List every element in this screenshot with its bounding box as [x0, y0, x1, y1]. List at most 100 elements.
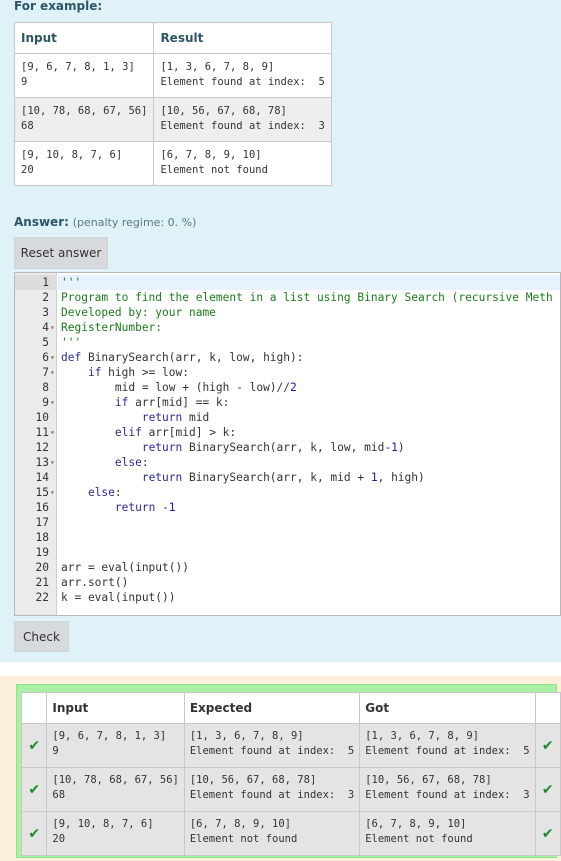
code-text: Program to find the element in a list us… — [61, 291, 553, 304]
code-line[interactable]: 16 return -1 — [15, 500, 560, 515]
result-input: [9, 10, 8, 7, 6] 20 — [46, 811, 185, 856]
code-text: else: — [114, 456, 149, 469]
line-number: 6 — [42, 351, 49, 364]
code-line[interactable]: 17 — [15, 515, 560, 530]
line-number: 16 — [35, 501, 49, 514]
line-number: 3 — [42, 306, 49, 319]
code-line[interactable]: 13 ▾ else: — [15, 455, 560, 470]
line-number: 7 — [42, 366, 49, 379]
check-button[interactable]: Check — [14, 621, 69, 652]
example-input: [9, 10, 8, 7, 6] 20 — [13, 141, 155, 186]
fold-arrow-icon[interactable]: ▾ — [50, 425, 57, 440]
result-got: [10, 56, 67, 68, 78] Element found at ind… — [359, 767, 536, 812]
code-text: ''' — [61, 336, 82, 349]
line-number: 5 — [42, 336, 49, 349]
line-number: 2 — [42, 291, 49, 304]
code-line[interactable]: 7 ▾ if high >= low: — [15, 365, 560, 380]
line-number: 11 — [35, 426, 49, 439]
results-header-expected: Expected — [183, 692, 361, 724]
code-line[interactable]: 22 k = eval(input()) — [15, 590, 560, 605]
code-line[interactable]: 15 ▾ else: — [15, 485, 560, 500]
result-got: [1, 3, 6, 7, 8, 9] Element found at index… — [359, 723, 536, 768]
code-line[interactable]: 1 ''' — [15, 275, 560, 290]
answer-heading: Answer: (penalty regime: 0. %) — [14, 215, 196, 229]
example-input: [10, 78, 68, 67, 56] 68 — [13, 97, 155, 142]
check-icon: ✔ — [534, 723, 561, 768]
line-number: 13 — [35, 456, 49, 469]
code-text: ''' — [61, 276, 82, 289]
result-input: [10, 78, 68, 67, 56] 68 — [46, 767, 185, 812]
line-number: 15 — [35, 486, 49, 499]
line-number: 22 — [35, 591, 49, 604]
result-expected: [10, 56, 67, 68, 78] Element found at ind… — [183, 767, 361, 812]
result-expected: [6, 7, 8, 9, 10] Element not found — [183, 811, 361, 856]
code-line[interactable]: 21 arr.sort() — [15, 575, 560, 590]
code-text: if arr[mid] == k: — [114, 396, 230, 409]
code-line[interactable]: 14 return BinarySearch(arr, k, mid + 1, … — [15, 470, 560, 485]
penalty-text: (penalty regime: 0. %) — [72, 216, 197, 229]
result-expected: [1, 3, 6, 7, 8, 9] Element found at index… — [183, 723, 361, 768]
code-line[interactable]: 10 return mid — [15, 410, 560, 425]
code-line[interactable]: 11 ▾ elif arr[mid] > k: — [15, 425, 560, 440]
line-number: 9 — [42, 396, 49, 409]
result-row: ✔ [9, 10, 8, 7, 6] 20 [6, 7, 8, 9, 10] Ele… — [20, 811, 561, 856]
code-text: Developed by: your name — [61, 306, 216, 319]
check-icon: ✔ — [20, 811, 48, 856]
code-line[interactable]: 20 arr = eval(input()) — [15, 560, 560, 575]
check-icon: ✔ — [534, 811, 561, 856]
line-number: 17 — [35, 516, 49, 529]
line-number: 4 — [42, 321, 49, 334]
line-number: 12 — [35, 441, 49, 454]
line-number: 21 — [35, 576, 49, 589]
code-line[interactable]: 2 Program to find the element in a list u… — [15, 290, 560, 305]
fold-arrow-icon[interactable]: ▾ — [50, 365, 57, 380]
answer-label: Answer: — [14, 215, 69, 229]
results-header-input: Input — [46, 692, 185, 724]
code-line[interactable]: 19 — [15, 545, 560, 560]
result-row: ✔ [10, 78, 68, 67, 56] 68 [10, 56, 67, 68… — [20, 767, 561, 812]
line-number: 1 — [42, 276, 49, 289]
check-icon: ✔ — [20, 723, 48, 768]
examples-header-result: Result — [153, 22, 332, 54]
code-line[interactable]: 6 ▾ def BinarySearch(arr, k, low, high): — [15, 350, 560, 365]
code-text: return BinarySearch(arr, k, mid + 1, hig… — [141, 471, 425, 484]
example-result: [1, 3, 6, 7, 8, 9] Element found at index… — [153, 53, 332, 98]
code-text: else: — [87, 486, 122, 499]
fold-arrow-icon[interactable]: ▾ — [50, 320, 57, 335]
code-text: if high >= low: — [87, 366, 189, 379]
check-icon: ✔ — [534, 767, 561, 812]
code-text: mid = low + (high - low)//2 — [61, 381, 297, 394]
fold-arrow-icon[interactable]: ▾ — [50, 395, 57, 410]
result-got: [6, 7, 8, 9, 10] Element not found — [359, 811, 536, 856]
result-input: [9, 6, 7, 8, 1, 3] 9 — [46, 723, 185, 768]
code-line[interactable]: 5 ''' — [15, 335, 560, 350]
fold-arrow-icon[interactable]: ▾ — [50, 455, 57, 470]
code-editor[interactable]: 1 ''' 2 Program to find the element in a li… — [14, 272, 561, 616]
for-example-label: For example: — [14, 0, 103, 13]
line-number: 19 — [35, 546, 49, 559]
code-line[interactable]: 8 mid = low + (high - low)//2 — [15, 380, 560, 395]
line-number: 20 — [35, 561, 49, 574]
example-result: [6, 7, 8, 9, 10] Element not found — [153, 141, 332, 186]
line-number: 8 — [42, 381, 49, 394]
code-text: k = eval(input()) — [61, 591, 176, 604]
code-text: return mid — [141, 411, 210, 424]
line-number: 10 — [35, 411, 49, 424]
examples-header-input: Input — [13, 22, 155, 54]
code-line[interactable]: 18 — [15, 530, 560, 545]
code-line[interactable]: 12 return BinarySearch(arr, k, low, mid-… — [15, 440, 560, 455]
results-header-status — [20, 692, 48, 724]
example-result: [10, 56, 67, 68, 78] Element found at ind… — [153, 97, 332, 142]
fold-arrow-icon[interactable]: ▾ — [50, 485, 57, 500]
example-row: [9, 6, 7, 8, 1, 3] 9 [1, 3, 6, 7, 8, 9] El… — [13, 53, 332, 98]
code-text: RegisterNumber: — [61, 321, 163, 334]
code-text: return -1 — [114, 501, 176, 514]
code-text: arr.sort() — [61, 576, 129, 589]
code-line[interactable]: 4 ▾ RegisterNumber: — [15, 320, 560, 335]
results-header-status-right — [534, 692, 561, 724]
fold-arrow-icon[interactable]: ▾ — [50, 350, 57, 365]
code-line[interactable]: 9 ▾ if arr[mid] == k: — [15, 395, 560, 410]
code-line[interactable]: 3 Developed by: your name — [15, 305, 560, 320]
check-icon: ✔ — [20, 767, 48, 812]
reset-answer-button[interactable]: Reset answer — [14, 237, 108, 269]
